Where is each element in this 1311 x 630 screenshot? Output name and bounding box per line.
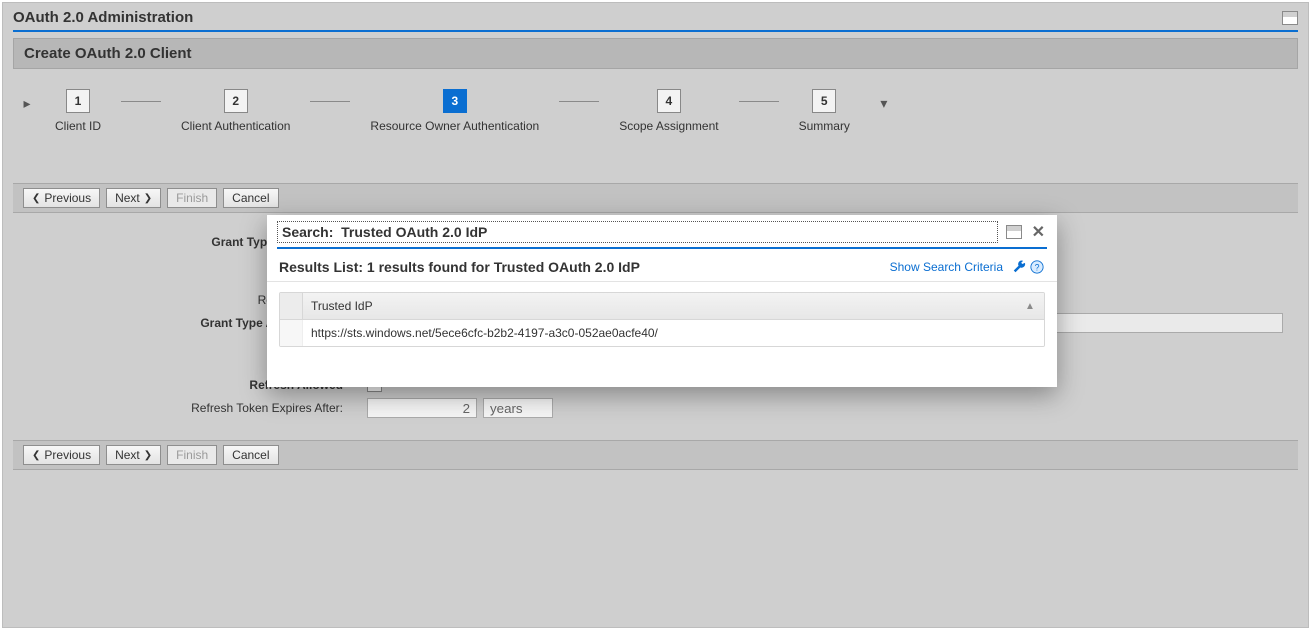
previous-button[interactable]: ❮ Previous (23, 445, 100, 465)
step-number: 2 (224, 89, 248, 113)
step-number: 5 (812, 89, 836, 113)
window-icon[interactable] (1282, 11, 1298, 25)
results-header: Results List: 1 results found for Truste… (267, 257, 1057, 282)
previous-button[interactable]: ❮ Previous (23, 188, 100, 208)
step-resource-owner-auth[interactable]: 3 Resource Owner Authentication (370, 89, 539, 133)
chevron-left-icon: ❮ (32, 450, 40, 461)
next-button[interactable]: Next ❯ (106, 188, 161, 208)
step-scope-assignment[interactable]: 4 Scope Assignment (619, 89, 718, 133)
dialog-title: Search: Trusted OAuth 2.0 IdP (277, 221, 998, 243)
svg-text:?: ? (1035, 263, 1040, 273)
button-label: Previous (44, 191, 91, 205)
chevron-right-icon: ❯ (144, 450, 152, 461)
show-search-criteria-link[interactable]: Show Search Criteria (890, 260, 1003, 274)
column-header-trusted-idp[interactable]: Trusted IdP (303, 294, 1016, 318)
step-label: Client Authentication (181, 119, 290, 133)
step-number: 3 (443, 89, 467, 113)
step-label: Resource Owner Authentication (370, 119, 539, 133)
dialog-header: Search: Trusted OAuth 2.0 IdP ✕ (267, 215, 1057, 247)
chevron-left-icon: ❮ (32, 193, 40, 204)
search-dialog: Search: Trusted OAuth 2.0 IdP ✕ Results … (267, 215, 1057, 387)
cancel-button[interactable]: Cancel (223, 445, 278, 465)
app-frame: OAuth 2.0 Administration Create OAuth 2.… (2, 2, 1309, 628)
roadmap-connector (121, 101, 161, 102)
window-icon[interactable] (1006, 225, 1022, 239)
row-select-handle (280, 293, 303, 319)
roadmap-start-icon: ▸ (19, 95, 35, 112)
step-number: 1 (66, 89, 90, 113)
finish-button: Finish (167, 445, 217, 465)
step-label: Scope Assignment (619, 119, 718, 133)
help-icon[interactable]: ? (1029, 259, 1045, 275)
dialog-title-prefix: Search: (282, 224, 333, 240)
finish-button: Finish (167, 188, 217, 208)
next-button[interactable]: Next ❯ (106, 445, 161, 465)
button-label: Next (115, 191, 140, 205)
chevron-right-icon: ❯ (144, 193, 152, 204)
refresh-token-unit-input[interactable] (483, 398, 553, 418)
button-bar-top: ❮ Previous Next ❯ Finish Cancel (13, 183, 1298, 213)
step-summary[interactable]: 5 Summary (799, 89, 850, 133)
wizard-roadmap: ▸ 1 Client ID 2 Client Authentication 3 … (13, 83, 1298, 163)
step-client-id[interactable]: 1 Client ID (55, 89, 101, 133)
dialog-underline (277, 247, 1047, 249)
roadmap-connector (559, 101, 599, 102)
table-row[interactable]: https://sts.windows.net/5ece6cfc-b2b2-41… (280, 320, 1044, 346)
step-number: 4 (657, 89, 681, 113)
wizard-heading: Create OAuth 2.0 Client (13, 38, 1298, 69)
results-heading: Results List: 1 results found for Truste… (279, 259, 890, 275)
button-label: Previous (44, 448, 91, 462)
refresh-expires-label: Refresh Token Expires After: (13, 401, 353, 415)
wrench-icon[interactable] (1011, 259, 1027, 275)
button-label: Finish (176, 448, 208, 462)
roadmap-end-icon: ▾ (876, 95, 892, 112)
refresh-token-value-input[interactable] (367, 398, 477, 418)
table-header-row: Trusted IdP ▲ (280, 293, 1044, 320)
roadmap-connector (739, 101, 779, 102)
cell-trusted-idp: https://sts.windows.net/5ece6cfc-b2b2-41… (303, 321, 1044, 345)
title-underline (13, 30, 1298, 32)
button-label: Next (115, 448, 140, 462)
row-select-handle[interactable] (280, 320, 303, 346)
step-label: Summary (799, 119, 850, 133)
button-label: Finish (176, 191, 208, 205)
roadmap-connector (310, 101, 350, 102)
step-client-auth[interactable]: 2 Client Authentication (181, 89, 290, 133)
page-title: OAuth 2.0 Administration (13, 9, 193, 26)
button-label: Cancel (232, 448, 269, 462)
button-label: Cancel (232, 191, 269, 205)
page-title-bar: OAuth 2.0 Administration (3, 3, 1308, 30)
results-table: Trusted IdP ▲ https://sts.windows.net/5e… (279, 292, 1045, 347)
button-bar-bottom: ❮ Previous Next ❯ Finish Cancel (13, 440, 1298, 470)
dialog-title-object: Trusted OAuth 2.0 IdP (341, 224, 487, 240)
sort-icon[interactable]: ▲ (1016, 301, 1044, 312)
close-icon[interactable]: ✕ (1030, 222, 1047, 242)
step-label: Client ID (55, 119, 101, 133)
cancel-button[interactable]: Cancel (223, 188, 278, 208)
